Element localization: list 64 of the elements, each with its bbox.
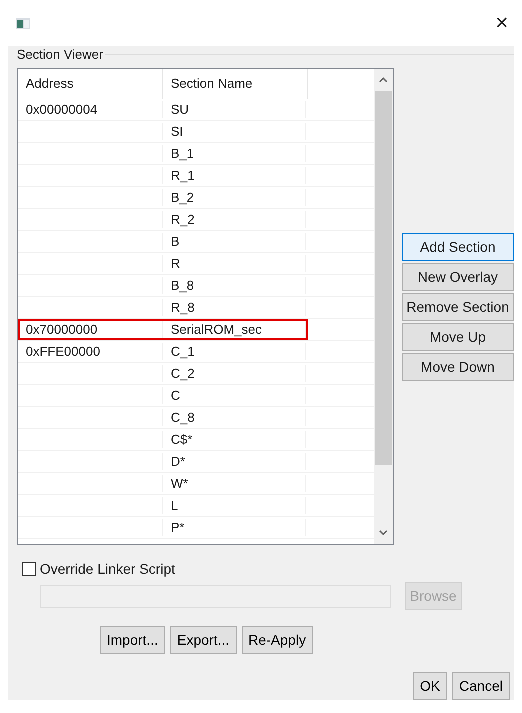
close-button[interactable]: × <box>490 12 514 34</box>
table-row[interactable]: B_8 <box>18 275 308 296</box>
side-button[interactable]: New Overlay <box>402 263 514 291</box>
section-name-cell: C_1 <box>170 344 195 359</box>
section-name-cell: B <box>170 234 180 249</box>
table-row[interactable]: R <box>18 253 308 274</box>
address-cell: 0x70000000 <box>26 322 98 337</box>
table-row[interactable]: D* <box>18 451 308 472</box>
scrollbar[interactable] <box>374 69 393 544</box>
section-name-cell: B_1 <box>170 146 194 161</box>
table-row[interactable]: 0x70000000 SerialROM_sec <box>18 319 308 340</box>
column-header[interactable]: Address <box>18 69 163 99</box>
table-row[interactable]: P* <box>18 517 308 538</box>
table-row[interactable]: R_1 <box>18 165 308 186</box>
action-button[interactable]: Import... <box>100 626 166 654</box>
table-row[interactable]: B <box>18 231 308 252</box>
side-button[interactable]: Move Up <box>402 323 514 351</box>
checkbox[interactable] <box>22 562 36 576</box>
table-row[interactable]: B_2 <box>18 187 308 208</box>
table-row[interactable]: 0x00000004 SU <box>18 99 308 120</box>
checkbox-label: Override Linker Script <box>40 560 176 579</box>
section-name-cell: C$* <box>170 432 193 447</box>
section-name-cell: L <box>170 498 178 513</box>
table-row[interactable]: R_2 <box>18 209 308 230</box>
section-name-cell: P* <box>170 520 185 535</box>
action-button[interactable]: Export... <box>170 626 236 654</box>
table-row[interactable]: C_8 <box>18 407 308 428</box>
table-row[interactable]: B_1 <box>18 143 308 164</box>
section-name-cell: B_8 <box>170 278 194 293</box>
table-row[interactable]: W* <box>18 473 308 494</box>
dialog-button[interactable]: OK <box>413 672 448 700</box>
window-icon <box>16 18 30 28</box>
section-name-cell: D* <box>170 454 186 469</box>
address-cell: 0x00000004 <box>26 102 98 117</box>
scroll-thumb[interactable] <box>375 91 392 465</box>
table-row[interactable]: C_2 <box>18 363 308 384</box>
table-row[interactable]: SI <box>18 121 308 142</box>
table-row[interactable]: C$* <box>18 429 308 450</box>
section-name-cell: R <box>170 256 180 271</box>
table-row[interactable]: L <box>18 495 308 516</box>
section-name-cell: W* <box>170 476 188 491</box>
section-name-cell: R_8 <box>170 300 195 315</box>
table-row[interactable]: R_8 <box>18 297 308 318</box>
section-name-cell: R_1 <box>170 168 195 183</box>
group-title: Section Viewer <box>17 47 106 62</box>
table-row[interactable]: 0xFFE00000 C_1 <box>18 341 308 362</box>
section-name-cell: SI <box>170 124 184 139</box>
section-name-cell: C <box>170 388 180 403</box>
section-name-cell: C_2 <box>170 366 195 381</box>
side-button[interactable]: Add Section <box>402 233 514 261</box>
address-cell: 0xFFE00000 <box>26 344 100 359</box>
table-row[interactable]: C <box>18 385 308 406</box>
dialog-button[interactable]: Cancel <box>452 672 510 700</box>
action-button[interactable]: Re-Apply <box>242 626 314 654</box>
side-button[interactable]: Remove Section <box>402 293 514 321</box>
section-name-cell: SerialROM_sec <box>170 322 262 337</box>
scroll-down-icon[interactable] <box>379 530 388 536</box>
section-name-cell: C_8 <box>170 410 195 425</box>
side-button[interactable]: Move Down <box>402 353 514 381</box>
scroll-up-icon[interactable] <box>379 77 388 83</box>
section-name-cell: SU <box>170 102 190 117</box>
column-header[interactable]: Section Name <box>163 69 308 99</box>
section-name-cell: R_2 <box>170 212 195 227</box>
section-name-cell: B_2 <box>170 190 194 205</box>
